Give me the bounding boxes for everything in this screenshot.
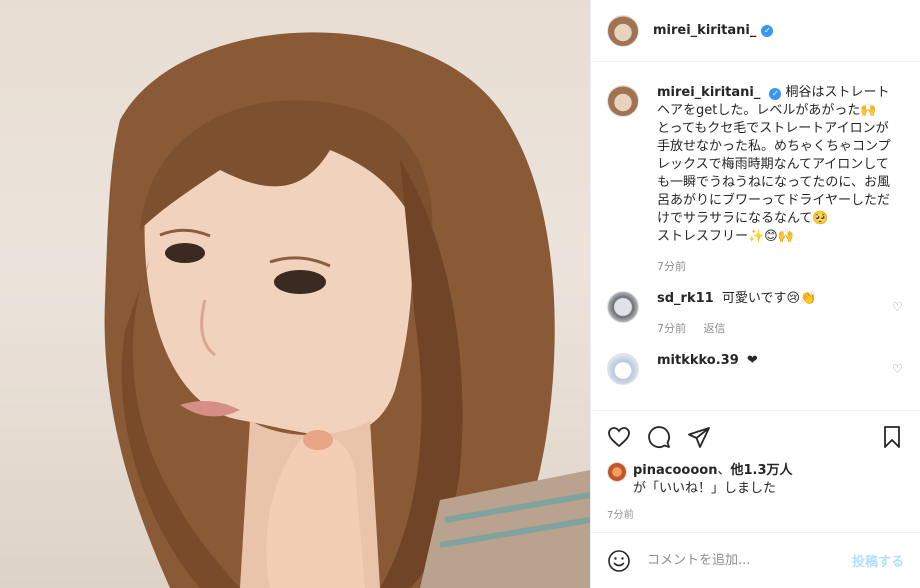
commenter-avatar[interactable] [607, 291, 639, 323]
caption-time[interactable]: 7分前 [657, 260, 686, 273]
emoji-smile-icon[interactable] [607, 549, 631, 573]
likes-others[interactable]: 他1.3万人 [731, 463, 793, 478]
commenter-avatar[interactable] [607, 353, 639, 385]
caption: mirei_kiritani_ ✓ 桐谷はストレートヘアをgetした。レベルがあが… [607, 84, 904, 276]
post-photo[interactable] [0, 0, 590, 588]
likes-connector: 、 [717, 463, 731, 478]
post-comment-button[interactable]: 投稿する [852, 551, 904, 570]
comment-input[interactable] [647, 553, 852, 568]
likes-suffix: が「いいね！」しました [633, 481, 777, 496]
comment-username[interactable]: sd_rk11 [657, 291, 714, 306]
verified-badge-icon: ✓ [761, 24, 774, 37]
save-bookmark-icon[interactable] [880, 425, 904, 449]
caption-meta: 7分前 [657, 258, 901, 276]
author-username[interactable]: mirei_kiritani_ [653, 23, 756, 38]
caption-avatar[interactable] [607, 85, 639, 117]
post-actions-bar [591, 410, 920, 462]
caption-username[interactable]: mirei_kiritani_ [657, 85, 760, 100]
like-comment-heart-icon[interactable]: ♡ [892, 300, 904, 314]
post-side-panel: mirei_kiritani_ ✓ mirei_kiritani_ ✓ 桐谷はスト… [590, 0, 920, 588]
instagram-post-view: mirei_kiritani_ ✓ mirei_kiritani_ ✓ 桐谷はスト… [0, 0, 920, 588]
comment-item: mitkkko.39 ❤ ♡ [607, 352, 904, 385]
comment-meta: 7分前 返信 [657, 320, 901, 338]
add-comment-bar: 投稿する [591, 532, 920, 588]
comment-text: 可愛いです😢👏 [721, 291, 817, 306]
selfie-illustration [104, 32, 590, 588]
post-header: mirei_kiritani_ ✓ [591, 0, 920, 62]
verified-badge-icon: ✓ [769, 88, 782, 100]
caption-text: 桐谷はストレートヘアをgetした。レベルがあがった🙌 とってもクセ毛でストレート… [657, 85, 891, 244]
like-heart-icon[interactable] [607, 425, 631, 449]
first-liker[interactable]: pinacoooon [633, 463, 717, 478]
comments-section: mirei_kiritani_ ✓ 桐谷はストレートヘアをgetした。レベルがあが… [591, 62, 920, 410]
comment-time[interactable]: 7分前 [657, 322, 686, 335]
comment-item: sd_rk11 可愛いです😢👏 7分前 返信 ♡ [607, 290, 904, 338]
author-avatar[interactable] [607, 14, 639, 47]
comment-text: ❤ [746, 353, 758, 368]
liker-avatar[interactable] [607, 462, 627, 482]
likes-summary: pinacoooon、他1.3万人 が「いいね！」しました [591, 462, 920, 506]
reply-button[interactable]: 返信 [704, 322, 726, 335]
share-paper-plane-icon[interactable] [687, 425, 711, 449]
like-comment-heart-icon[interactable]: ♡ [892, 362, 904, 376]
comment-bubble-icon[interactable] [647, 425, 671, 449]
post-timestamp[interactable]: 7分前 [591, 506, 920, 532]
comment-username[interactable]: mitkkko.39 [657, 353, 739, 368]
